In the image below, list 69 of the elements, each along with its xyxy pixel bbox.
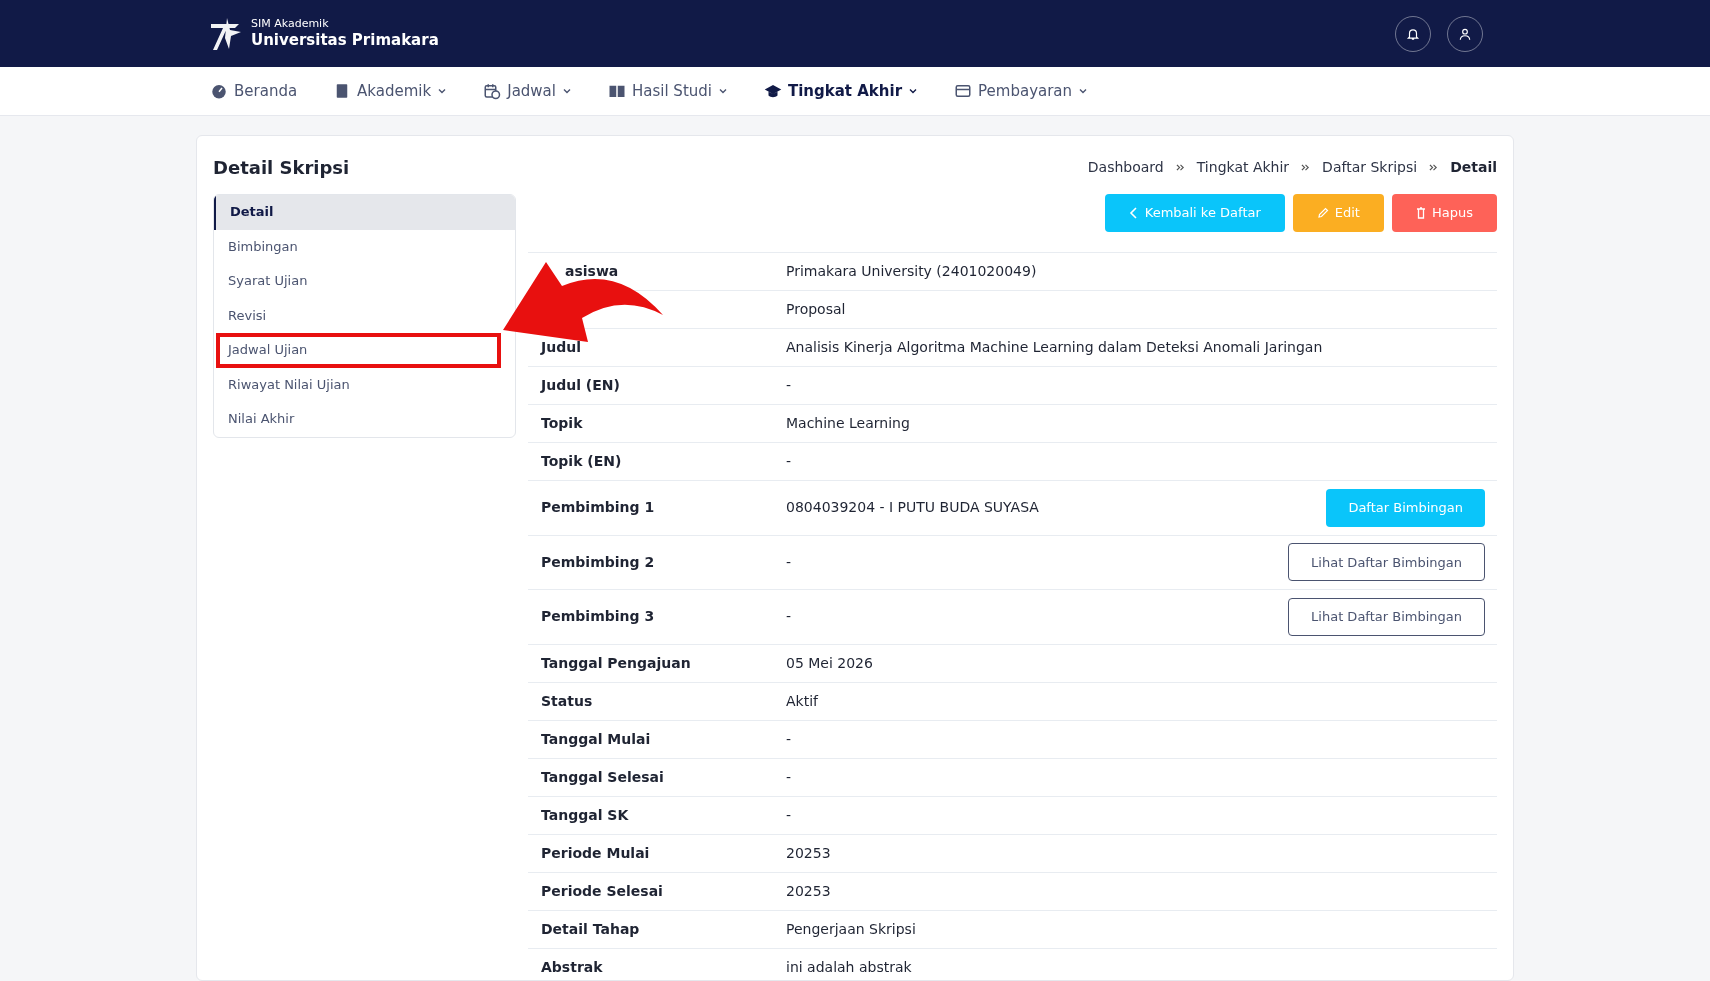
field-value: 20253 xyxy=(786,881,832,901)
field-label: Tanggal Mulai xyxy=(541,730,651,747)
field-label: Tanggal SK xyxy=(541,806,629,823)
user-icon xyxy=(1458,26,1472,41)
field-label: Status xyxy=(541,692,593,709)
card-icon xyxy=(954,82,973,100)
double-chevron-icon xyxy=(1301,162,1311,172)
pencil-icon xyxy=(1316,207,1329,219)
breadcrumb-current: Detail xyxy=(1450,157,1497,177)
brand-subtitle: SIM Akademik xyxy=(251,17,330,31)
field-label: Topik xyxy=(541,415,583,431)
field-value: - xyxy=(786,552,793,572)
guidance-button[interactable]: Lihat Daftar Bimbingan xyxy=(1288,597,1485,636)
sidebar-item[interactable]: Nilai Akhir xyxy=(214,402,515,437)
field-label: Judul xyxy=(541,339,581,355)
breadcrumb-link[interactable]: Daftar Skripsi xyxy=(1322,156,1418,178)
cap-icon xyxy=(763,82,782,100)
gauge-icon xyxy=(210,82,228,100)
field-value: - xyxy=(786,805,793,825)
sidebar-item[interactable]: Bimbingan xyxy=(214,229,515,264)
field-label: Pembimbing 2 xyxy=(541,553,655,570)
field-value: Pengerjaan Skripsi xyxy=(786,919,917,939)
field-value: - xyxy=(786,376,793,395)
field-value: ini adalah abstrak xyxy=(786,957,913,977)
trash-icon xyxy=(1416,207,1426,219)
nav-link[interactable]: Tingkat Akhir xyxy=(763,79,919,103)
field-value: Machine Learning xyxy=(786,414,911,433)
field-label: Abstrak xyxy=(541,958,603,975)
field-value: 05 Mei 2026 xyxy=(786,653,874,673)
field-value: Aktif xyxy=(786,691,820,711)
sidebar-item[interactable]: Revisi xyxy=(214,298,515,333)
field-value: Analisis Kinerja Algoritma Machine Learning dalam Deteksi Anomali Jaringan xyxy=(786,338,1324,357)
nav-link[interactable]: Hasil Studi xyxy=(607,79,728,103)
field-label: Topik (EN) xyxy=(541,453,622,469)
field-value: 0804039204 - I PUTU BUDA SUYASA xyxy=(786,498,1040,518)
field-value: Proposal xyxy=(786,300,847,319)
sidebar-item[interactable]: Syarat Ujian xyxy=(214,264,515,299)
field-value: - xyxy=(786,767,793,787)
sidebar-item[interactable]: Riwayat Nilai Ujian xyxy=(214,367,515,402)
field-label: Periode Mulai xyxy=(541,844,650,861)
field-label: Tanggal Pengajuan xyxy=(541,654,691,671)
field-value: Primakara University (2401020049) xyxy=(786,262,1038,281)
sidebar-item[interactable]: Detail xyxy=(214,195,515,230)
field-value: 20253 xyxy=(786,843,832,863)
guidance-button[interactable]: Lihat Daftar Bimbingan xyxy=(1288,543,1485,582)
breadcrumb-link[interactable]: Tingkat Akhir xyxy=(1196,156,1290,178)
field-label: Pembimbing 1 xyxy=(541,499,655,516)
field-value: - xyxy=(786,452,793,471)
brand-title: Universitas Primakara xyxy=(251,31,439,50)
nav-link[interactable]: Akademik xyxy=(333,79,448,103)
field-label: Judul (EN) xyxy=(541,377,620,393)
double-chevron-icon xyxy=(1175,162,1185,172)
sidebar-item[interactable]: Jadwal Ujian xyxy=(216,333,501,368)
double-chevron-icon xyxy=(1429,162,1439,172)
bell-icon xyxy=(1406,26,1420,41)
nav-link[interactable]: Pembayaran xyxy=(954,79,1089,103)
field-value: - xyxy=(786,729,793,749)
field-label: asiswa xyxy=(565,263,619,279)
field-label: Periode Selesai xyxy=(541,882,663,899)
nav-link[interactable]: Beranda xyxy=(210,79,298,103)
field-value: - xyxy=(786,607,793,627)
calendar-icon xyxy=(483,82,502,100)
field-label: Pembimbing 3 xyxy=(541,608,655,625)
field-label: Tanggal Selesai xyxy=(541,768,664,785)
breadcrumb-link[interactable]: Dashboard xyxy=(1087,156,1164,178)
chevron-left-icon xyxy=(1128,207,1139,219)
nav-link[interactable]: Jadwal xyxy=(483,79,572,103)
field-label: Detail Tahap xyxy=(541,920,640,937)
page-title: Detail Skripsi xyxy=(213,155,350,180)
